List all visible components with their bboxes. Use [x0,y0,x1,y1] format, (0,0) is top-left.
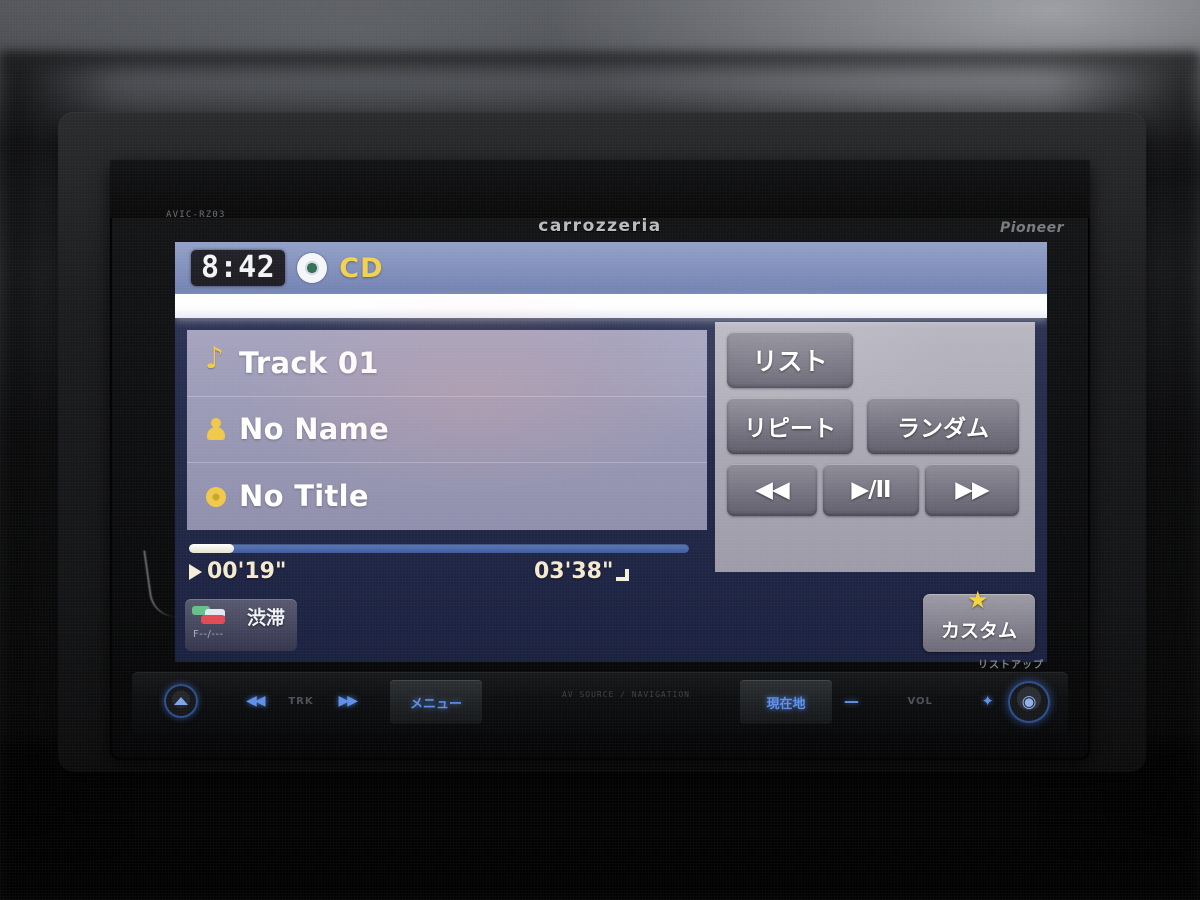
progress-track[interactable] [189,544,689,553]
elapsed-time: 00'19" [207,559,287,584]
screen-header-bar: 8:42 CD [175,242,1047,294]
now-playing-row-album[interactable]: No Title [187,463,707,530]
now-playing-row-artist[interactable]: No Name [187,397,707,464]
traffic-info-button[interactable]: 渋滞 F--/--- [185,599,297,651]
repeat-button[interactable]: リピート [727,398,853,454]
volume-label: VOL [907,695,933,707]
screen-glare-strip [175,294,1047,318]
total-time-group: 03'38" [534,559,630,584]
progress-area[interactable]: 00'19" 03'38" [189,544,689,587]
music-note-icon [205,344,227,378]
hardware-button-strip: リストアップ AV SOURCE / NAVIGATION ◀◀ TRK ▶▶ … [132,660,1068,734]
screen-body: Track 01 No Name No Title [175,294,1047,662]
track-prev-icon[interactable]: ◀◀ [246,693,265,709]
random-button[interactable]: ランダム [867,398,1019,454]
menu-label: メニュー [409,696,462,712]
brand-carrozzeria: carrozzeria [538,216,662,236]
list-button[interactable]: リスト [727,332,853,388]
track-skip-group[interactable]: ◀◀ TRK ▶▶ [240,684,362,718]
power-knob[interactable]: ◉ [1008,681,1050,723]
track-label: TRK [288,695,314,707]
dashboard-background: AVIC-RZ03 carrozzeria Pioneer 8:42 CD Tr… [0,0,1200,900]
brand-pioneer: Pioneer [999,220,1064,236]
traffic-sub-label: F--/--- [193,629,224,640]
now-playing-row-track[interactable]: Track 01 [187,330,707,397]
progress-fill [189,544,234,553]
track-next-icon[interactable]: ▶▶ [338,693,357,709]
play-pause-icon: ▶/II [851,477,891,503]
traffic-jam-icon [192,606,240,624]
album-disc-icon [205,481,227,511]
total-time: 03'38" [534,559,614,584]
current-location-button[interactable]: 現在地 [740,680,832,724]
volume-group[interactable]: — VOL ✦ [844,686,994,716]
volume-up-button[interactable]: ✦ [981,692,994,710]
now-playing-panel: Track 01 No Name No Title [187,330,707,530]
track-name: Track 01 [239,345,379,380]
time-row: 00'19" 03'38" [189,559,689,587]
track-end-icon [616,568,630,581]
artist-person-icon [205,414,227,444]
custom-button[interactable]: カスタム [923,590,1035,652]
eject-icon [174,697,188,705]
play-pause-button[interactable]: ▶/II [823,464,919,516]
center-engraving: AV SOURCE / NAVIGATION [562,690,690,699]
traffic-label: 渋滞 [247,607,286,629]
fast-forward-icon: ▶▶ [955,477,989,503]
previous-track-button[interactable]: ◀◀ [727,464,817,516]
volume-down-button[interactable]: — [844,692,859,710]
rewind-icon: ◀◀ [755,477,789,503]
custom-label: カスタム [940,619,1017,642]
artist-name: No Name [239,412,390,447]
power-knob-icon: ◉ [1021,692,1037,712]
current-location-label: 現在地 [766,696,806,712]
playback-control-panel: リスト リピート ランダム ◀◀ ▶/II ▶▶ [715,322,1035,572]
cd-disc-icon [297,253,328,283]
menu-button[interactable]: メニュー [390,680,482,724]
lcd-screen[interactable]: 8:42 CD Track 01 No Name [175,242,1047,662]
dash-seam [0,52,1200,78]
clock: 8:42 [191,249,286,287]
next-track-button[interactable]: ▶▶ [925,464,1019,516]
album-title: No Title [239,479,369,514]
elapsed-time-group: 00'19" [189,559,286,584]
bezel-top [110,160,1090,218]
play-icon [189,563,202,580]
source-label: CD [339,252,384,284]
head-unit: AVIC-RZ03 carrozzeria Pioneer 8:42 CD Tr… [110,160,1090,760]
right-engraving: リストアップ [978,660,1044,671]
eject-button[interactable] [164,684,198,718]
